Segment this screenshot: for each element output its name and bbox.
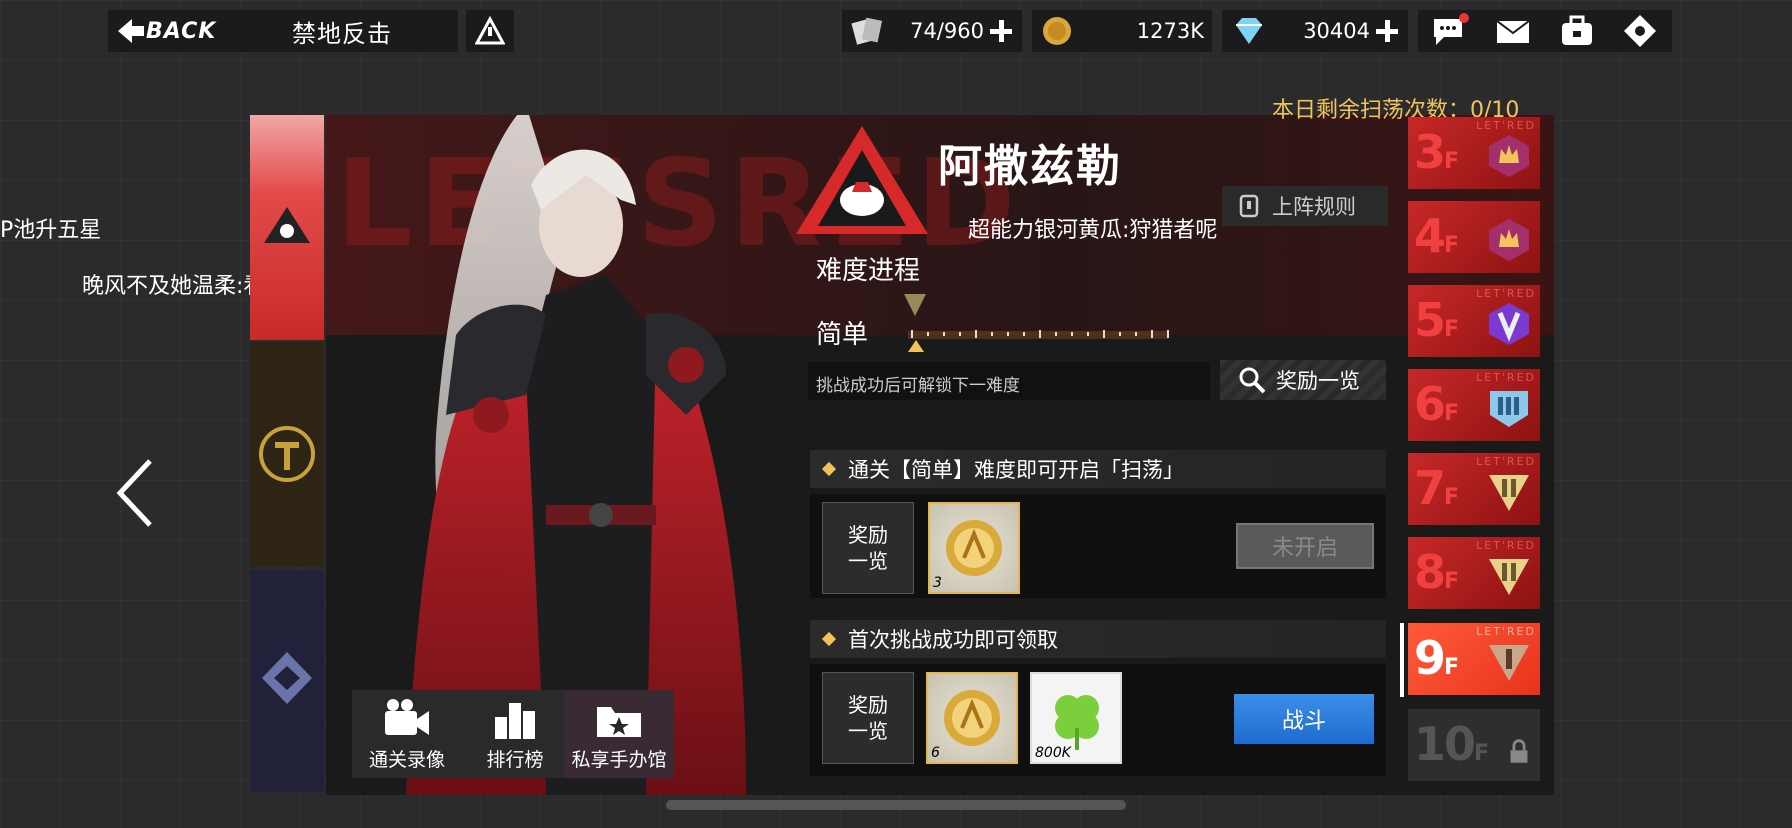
diamond-icon bbox=[1230, 15, 1264, 47]
floor-item-7[interactable]: LET'RED 7F bbox=[1408, 453, 1540, 525]
floor-item-9[interactable]: LET'RED 9F bbox=[1408, 623, 1540, 695]
floor-item-5[interactable]: LET'RED 5F bbox=[1408, 285, 1540, 357]
coin-value: 1273K bbox=[1136, 19, 1204, 43]
gold-badge-icon bbox=[1489, 559, 1529, 595]
replay-button[interactable]: 通关录像 bbox=[352, 690, 462, 778]
first-clear-section-header: 首次挑战成功即可领取 bbox=[810, 620, 1386, 658]
sweep-section-header: 通关【简单】难度即可开启「扫荡」 bbox=[810, 450, 1386, 488]
coin-counter: 1273K bbox=[1032, 10, 1212, 52]
sweep-reward-list-line1: 奖励 bbox=[848, 523, 888, 547]
back-label: BACK bbox=[146, 18, 217, 44]
diamond-bullet-icon bbox=[821, 631, 837, 647]
bronze-badge-icon bbox=[1489, 645, 1529, 681]
deploy-rules-label: 上阵规则 bbox=[1272, 195, 1356, 219]
diamond-value: 30404 bbox=[1303, 19, 1370, 43]
floor-selection-indicator bbox=[1400, 623, 1404, 697]
chat-icon[interactable] bbox=[1430, 13, 1470, 49]
reward-list-button[interactable]: 奖励一览 bbox=[1220, 360, 1386, 400]
boss-name: 阿撒兹勒 bbox=[938, 141, 1122, 192]
difficulty-track[interactable] bbox=[904, 294, 1176, 354]
floor-list: LET'RED 3F 4F LET'RED 5F LET'RED 6F LET'… bbox=[1400, 115, 1554, 795]
back-button[interactable]: BACK bbox=[108, 10, 458, 52]
first-reward-list-line2: 一览 bbox=[848, 719, 888, 743]
first-reward-list-line1: 奖励 bbox=[848, 693, 888, 717]
floor-item-8[interactable]: LET'RED 8F bbox=[1408, 537, 1540, 609]
first-reward-item-emblem[interactable]: 6 bbox=[926, 672, 1018, 764]
overlay-message-1: P池升五星 bbox=[0, 218, 102, 243]
add-stamina-button[interactable] bbox=[986, 16, 1016, 46]
sweep-reward-list-line2: 一览 bbox=[848, 549, 888, 573]
mail-icon[interactable] bbox=[1493, 13, 1533, 49]
tab-gold-faction[interactable] bbox=[250, 342, 324, 567]
search-icon bbox=[1239, 367, 1266, 394]
hazard-icon bbox=[475, 16, 505, 45]
video-camera-icon bbox=[381, 697, 433, 741]
gold-emblem-icon bbox=[944, 690, 1000, 746]
first-reward-item-clover[interactable]: 800K bbox=[1030, 672, 1122, 764]
difficulty-marker-icon bbox=[904, 294, 926, 316]
figure-gallery-label: 私享手办馆 bbox=[571, 749, 667, 771]
floor-item-4[interactable]: 4F bbox=[1408, 201, 1540, 273]
diamond-counter: 30404 bbox=[1222, 10, 1408, 52]
boss-subtitle: 超能力银河黄瓜:狩猎者呢 bbox=[968, 218, 1218, 243]
stamina-counter: 74/960 bbox=[842, 10, 1022, 52]
gold-badge-icon bbox=[1489, 475, 1529, 511]
sweep-reward-count: 3 bbox=[933, 575, 942, 591]
coin-icon bbox=[1040, 15, 1074, 47]
ranking-button[interactable]: 排行榜 bbox=[460, 690, 570, 778]
prev-arrow-icon[interactable] bbox=[112, 455, 156, 531]
letsred-logo bbox=[792, 122, 932, 240]
stamina-value: 74/960 bbox=[910, 19, 984, 43]
sweep-locked-button[interactable]: 未开启 bbox=[1236, 523, 1374, 569]
folder-star-icon bbox=[593, 697, 645, 741]
figure-gallery-button[interactable]: 私享手办馆 bbox=[564, 690, 674, 778]
cards-icon bbox=[850, 15, 884, 47]
home-indicator bbox=[666, 800, 1126, 810]
top-icon-bar bbox=[1418, 10, 1672, 52]
ranking-bars-icon bbox=[489, 697, 541, 741]
hazard-info-button[interactable] bbox=[466, 10, 514, 52]
difficulty-current: 简单 bbox=[816, 320, 869, 350]
sweep-section-title: 通关【简单】难度即可开启「扫荡」 bbox=[848, 458, 1184, 482]
first-reward-count-1: 6 bbox=[931, 745, 940, 761]
gold-emblem-icon bbox=[946, 520, 1002, 576]
crown-badge-icon bbox=[1489, 135, 1529, 177]
sweep-reward-list-button[interactable]: 奖励 一览 bbox=[822, 502, 914, 594]
gold-faction-icon bbox=[259, 426, 315, 482]
letsred-tab-icon bbox=[264, 207, 310, 243]
blue-faction-icon bbox=[262, 652, 312, 704]
sweep-reward-item[interactable]: 3 bbox=[928, 502, 1020, 594]
first-reward-list-button[interactable]: 奖励 一览 bbox=[822, 672, 914, 764]
ranking-label: 排行榜 bbox=[486, 749, 544, 771]
settings-icon[interactable] bbox=[1620, 13, 1660, 49]
fight-button[interactable]: 战斗 bbox=[1234, 694, 1374, 744]
add-diamond-button[interactable] bbox=[1372, 16, 1402, 46]
tab-blue-faction[interactable] bbox=[250, 570, 324, 792]
diamond-bullet-icon bbox=[821, 461, 837, 477]
unlock-hint: 挑战成功后可解锁下一难度 bbox=[808, 362, 1210, 400]
lock-icon bbox=[1510, 739, 1528, 763]
floor-item-3[interactable]: LET'RED 3F bbox=[1408, 117, 1540, 189]
floor-item-10[interactable]: 10F bbox=[1408, 709, 1540, 781]
reward-list-label: 奖励一览 bbox=[1276, 369, 1360, 393]
replay-label: 通关录像 bbox=[368, 749, 445, 771]
tab-letsred[interactable] bbox=[250, 115, 324, 340]
blue-badge-icon bbox=[1490, 391, 1528, 427]
stage-title: 禁地反击 bbox=[292, 20, 392, 48]
crown-badge-icon bbox=[1489, 219, 1529, 261]
first-clear-section-title: 首次挑战成功即可领取 bbox=[848, 628, 1058, 652]
purple-badge-icon bbox=[1489, 303, 1529, 345]
back-arrow-icon: BACK bbox=[108, 10, 228, 52]
first-reward-count-2: 800K bbox=[1035, 745, 1071, 761]
deploy-rules-button[interactable]: 上阵规则 bbox=[1222, 186, 1388, 226]
bag-icon[interactable] bbox=[1557, 13, 1597, 49]
floor-item-6[interactable]: LET'RED 6F bbox=[1408, 369, 1540, 441]
difficulty-title: 难度进程 bbox=[816, 256, 921, 286]
rules-icon bbox=[1239, 194, 1259, 218]
